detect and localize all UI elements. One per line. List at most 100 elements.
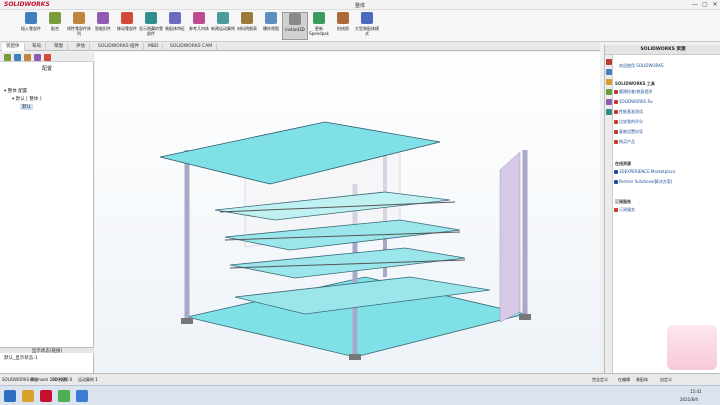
tools-link[interactable]: 比较我的评分 — [619, 119, 643, 125]
tab-0[interactable]: 装配体 — [2, 43, 25, 51]
ribbon-button[interactable]: 插入零部件 — [18, 12, 44, 40]
snapshot-icon — [337, 12, 349, 24]
ribbon-button[interactable]: 拍快照 — [330, 12, 356, 40]
benchmark-icon — [614, 110, 618, 114]
display-state-item[interactable]: 默认_显示状态-1 — [4, 355, 38, 361]
tab-5[interactable]: MBD — [144, 43, 164, 51]
ribbon-button[interactable]: 线性零部件阵列 — [66, 12, 92, 40]
tree-display-default[interactable]: 默认 — [20, 104, 33, 110]
display-state-header: 显示状态(链接) — [0, 347, 94, 354]
tab-2[interactable]: 草图 — [50, 43, 68, 51]
tab-4[interactable]: SOLIDWORKS 插件 — [94, 43, 145, 51]
tools-link[interactable]: 购买产品 — [619, 139, 635, 145]
view-palette-tab-icon[interactable] — [606, 89, 612, 95]
appearances-tab-icon[interactable] — [606, 99, 612, 105]
tab-1[interactable]: 布局 — [28, 43, 46, 51]
ribbon-button-label: 配合 — [51, 26, 59, 31]
app-icon[interactable] — [58, 390, 70, 402]
bom-icon — [241, 12, 253, 24]
tree-config-default[interactable]: ▾ 默认 [ 整体 ] — [12, 96, 42, 102]
ribbon-button[interactable]: 配合 — [42, 12, 68, 40]
close-button[interactable]: ✕ — [710, 1, 720, 8]
ribbon-button[interactable]: 参考几何体 — [186, 12, 212, 40]
ribbon-button-label: 爆炸视图 — [263, 26, 279, 31]
ribbon-button-label: 线性零部件阵列 — [67, 26, 91, 36]
ribbon-button[interactable]: 更新Speedpak — [306, 12, 332, 40]
bottom-tab-motion[interactable]: 运动算例 1 — [78, 377, 98, 383]
ribbon-button[interactable]: 材料明细表 — [234, 12, 260, 40]
ribbon-button[interactable]: 大型装配体模式 — [354, 12, 380, 40]
tree-root[interactable]: ▾ 整体 配置 — [4, 88, 27, 94]
feature-tree-icon[interactable] — [4, 54, 11, 61]
status-units[interactable]: 自定义 — [660, 377, 672, 383]
tab-3[interactable]: 评估 — [72, 43, 90, 51]
dimxpert-icon[interactable] — [34, 54, 41, 61]
ribbon-button[interactable]: 装配体特征 — [162, 12, 188, 40]
subscription-link[interactable]: 订阅服务 — [619, 207, 635, 213]
large-assembly-icon — [361, 12, 373, 24]
panel-title: 配置 — [41, 66, 52, 72]
ribbon-button-label: 插入零部件 — [21, 26, 41, 31]
tab-6[interactable]: SOLIDWORKS CAM — [166, 43, 218, 51]
configuration-manager-panel: 配置 ▾ 整体 配置 ▾ 默认 [ 整体 ] 默认 显示状态(链接) 默认_显示… — [0, 52, 94, 373]
linear-pattern-icon — [73, 12, 85, 24]
side-panel — [499, 151, 521, 323]
subscription-icon — [614, 208, 618, 212]
section-title: 订阅服务 — [615, 199, 631, 204]
section-title: SOLIDWORKS 工具 — [615, 81, 655, 86]
ribbon-button-label: 显示隐藏的零部件 — [139, 26, 163, 36]
explode-view-icon — [265, 12, 277, 24]
maximize-button[interactable]: ▢ — [700, 1, 710, 8]
task-pane-title: SOLIDWORKS 资源 — [605, 45, 720, 55]
rx-icon — [614, 100, 618, 104]
foot — [349, 354, 361, 360]
ribbon-button[interactable]: 新建运动算例 — [210, 12, 236, 40]
foot — [519, 314, 531, 320]
online-link[interactable]: Partner Solutions(解决方案) — [619, 179, 672, 185]
file-explorer-icon[interactable] — [22, 390, 34, 402]
compare-icon — [614, 120, 618, 124]
welcome-link[interactable]: 欢迎使用 SOLIDWORKS — [619, 63, 664, 69]
tools-link[interactable]: 重建检查/修复程序 — [619, 89, 652, 95]
custom-properties-tab-icon[interactable] — [606, 109, 612, 115]
online-link[interactable]: 3DEXPERIENCE Marketplace — [619, 169, 675, 174]
panel-header — [0, 52, 94, 62]
mate-icon — [49, 12, 61, 24]
smart-fastener-icon — [97, 12, 109, 24]
mascot-image — [667, 325, 717, 370]
ribbon-button[interactable]: Instant3D — [282, 12, 308, 40]
ribbon-button[interactable]: 移动零部件 — [114, 12, 140, 40]
tools-link[interactable]: SOLIDWORKS Rx — [619, 99, 653, 104]
tools-link[interactable]: 性能基准测试 — [619, 109, 643, 115]
bottom-tab-3d-view[interactable]: 3D 视图 — [52, 377, 67, 383]
design-library-tab-icon[interactable] — [606, 69, 612, 75]
ribbon-button-label: 更新Speedpak — [309, 26, 329, 36]
minimize-button[interactable]: — — [690, 1, 700, 8]
reference-geometry-icon — [193, 12, 205, 24]
solidworks-icon[interactable] — [40, 390, 52, 402]
assembly-feature-icon — [169, 12, 181, 24]
ribbon-button[interactable]: 智能扣件 — [90, 12, 116, 40]
start-icon[interactable] — [4, 390, 16, 402]
ribbon-button[interactable]: 显示隐藏的零部件 — [138, 12, 164, 40]
file-explorer-tab-icon[interactable] — [606, 79, 612, 85]
bottom-tab-model[interactable]: 模型 — [30, 377, 38, 383]
graphics-viewport[interactable] — [95, 52, 600, 373]
configuration-manager-icon[interactable] — [24, 54, 31, 61]
display-manager-icon[interactable] — [44, 54, 51, 61]
ribbon-button-label: 大型装配体模式 — [355, 26, 379, 36]
clock-date: 2021/8/4 — [680, 397, 698, 402]
ribbon-button-label: 拍快照 — [337, 26, 349, 31]
property-manager-icon[interactable] — [14, 54, 21, 61]
status-defined: 完全定义 — [592, 377, 608, 382]
ribbon-button-label: 材料明细表 — [237, 26, 257, 31]
browser-icon[interactable] — [76, 390, 88, 402]
ribbon-button[interactable]: 爆炸视图 — [258, 12, 284, 40]
tools-link[interactable]: 复制设置向导 — [619, 129, 643, 135]
status-bar: SOLIDWORKS Premium 2019 SP0.0 模型 3D 视图 运… — [0, 373, 720, 385]
task-pane: SOLIDWORKS 资源 欢迎使用 SOLIDWORKS SOLIDWORKS… — [604, 45, 720, 373]
resources-tab-icon[interactable] — [606, 59, 612, 65]
ribbon-button-label: 装配体特征 — [165, 26, 185, 31]
assembly-model — [159, 121, 531, 360]
status-editing: 在编辑 — [618, 377, 630, 382]
